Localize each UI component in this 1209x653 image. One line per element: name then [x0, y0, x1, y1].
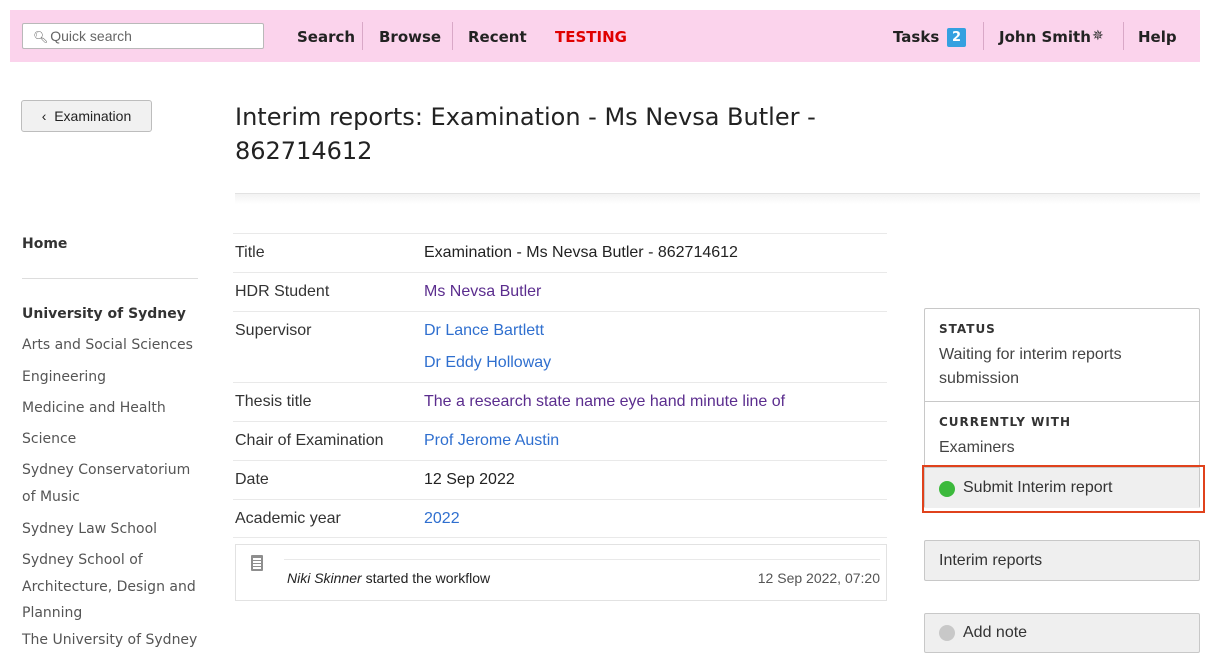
- nav-divider: [1123, 22, 1124, 50]
- help-link[interactable]: Help: [1138, 28, 1177, 46]
- chevron-left-icon: ‹: [41, 108, 47, 124]
- sidebar-heading[interactable]: University of Sydney: [22, 304, 186, 324]
- currently-with-heading: CURRENTLY WITH: [939, 415, 1072, 429]
- sidebar-item-science[interactable]: Science: [22, 429, 76, 449]
- nav-search[interactable]: Search: [297, 28, 355, 46]
- tasks-count-badge[interactable]: 2: [947, 28, 966, 47]
- thesis-label: Thesis title: [235, 393, 312, 410]
- sidebar-item-architecture-cont2[interactable]: Planning: [22, 603, 82, 623]
- sidebar-home[interactable]: Home: [22, 234, 67, 254]
- activity-timestamp: 12 Sep 2022, 07:20: [757, 570, 880, 586]
- sidebar-item-architecture[interactable]: Sydney School of: [22, 550, 143, 570]
- currently-with-text: Examiners: [939, 439, 1015, 456]
- title-label: Title: [235, 244, 265, 261]
- quick-search-input[interactable]: 🔍︎ Quick search: [22, 23, 264, 49]
- sidebar-item-arts[interactable]: Arts and Social Sciences: [22, 335, 193, 355]
- sidebar-item-architecture-cont[interactable]: Architecture, Design and: [22, 577, 196, 597]
- interim-reports-label: Interim reports: [939, 552, 1043, 569]
- page-title-line2: 862714612: [235, 137, 373, 165]
- sidebar-item-engineering[interactable]: Engineering: [22, 367, 106, 387]
- date-value: 12 Sep 2022: [424, 471, 515, 488]
- nav-browse[interactable]: Browse: [379, 28, 441, 46]
- add-note-button[interactable]: Add note: [924, 613, 1200, 653]
- tasks-link[interactable]: Tasks: [893, 28, 939, 46]
- thesis-link[interactable]: The a research state name eye hand minut…: [424, 393, 785, 411]
- year-label: Academic year: [235, 510, 341, 527]
- nav-divider: [983, 22, 984, 50]
- grey-dot-icon: [939, 625, 955, 641]
- date-label: Date: [235, 471, 269, 488]
- title-value: Examination - Ms Nevsa Butler - 86271461…: [424, 244, 738, 261]
- activity-text: Niki Skinner started the workflow: [287, 570, 490, 586]
- sidebar-item-law[interactable]: Sydney Law School: [22, 519, 157, 539]
- back-button[interactable]: ‹ Examination: [21, 100, 152, 132]
- table-row-divider: [233, 382, 887, 383]
- chair-label: Chair of Examination: [235, 432, 384, 449]
- interim-reports-button[interactable]: Interim reports: [924, 540, 1200, 581]
- sidebar-item-university[interactable]: The University of Sydney: [22, 630, 197, 650]
- table-row-divider: [233, 233, 887, 234]
- activity-action: started the workflow: [361, 570, 491, 586]
- table-row-divider: [233, 499, 887, 500]
- table-row-divider: [233, 311, 887, 312]
- nav-recent[interactable]: Recent: [468, 28, 527, 46]
- activity-divider: [284, 559, 880, 560]
- supervisor-label: Supervisor: [235, 322, 312, 339]
- table-row-divider: [233, 272, 887, 273]
- table-row-divider: [233, 460, 887, 461]
- sidebar-item-medicine[interactable]: Medicine and Health: [22, 398, 166, 418]
- search-icon: 🔍︎: [33, 30, 49, 44]
- activity-actor: Niki Skinner: [287, 570, 362, 586]
- status-text: Waiting for interim reports submission: [939, 346, 1122, 387]
- nav-divider: [452, 22, 453, 50]
- search-placeholder: Quick search: [50, 28, 132, 44]
- user-menu[interactable]: John Smith: [999, 28, 1091, 46]
- page-title: Interim reports: Examination - Ms Nevsa …: [235, 100, 855, 168]
- student-label: HDR Student: [235, 283, 330, 300]
- add-note-label: Add note: [963, 624, 1028, 641]
- status-divider: [925, 401, 1199, 402]
- sidebar-divider: [22, 278, 198, 279]
- document-icon: [251, 555, 263, 571]
- supervisor-link[interactable]: Dr Eddy Holloway: [424, 354, 551, 372]
- activity-entry: Niki Skinner started the workflow 12 Sep…: [235, 544, 887, 601]
- title-shadow: [235, 194, 1200, 204]
- chair-link[interactable]: Prof Jerome Austin: [424, 432, 559, 450]
- back-button-label: Examination: [54, 108, 132, 124]
- year-link[interactable]: 2022: [424, 510, 460, 528]
- supervisor-link[interactable]: Dr Lance Bartlett: [424, 322, 544, 340]
- status-heading: STATUS: [939, 322, 996, 336]
- student-link[interactable]: Ms Nevsa Butler: [424, 283, 541, 301]
- sidebar-item-conservatorium-cont[interactable]: of Music: [22, 487, 80, 507]
- gear-icon[interactable]: ✵: [1092, 28, 1104, 44]
- nav-divider: [362, 22, 363, 50]
- highlight-box: [922, 465, 1205, 513]
- table-row-divider: [233, 421, 887, 422]
- table-row-divider: [233, 537, 887, 538]
- sidebar-item-conservatorium[interactable]: Sydney Conservatorium: [22, 460, 190, 480]
- page-title-line1: Interim reports: Examination - Ms Nevsa …: [235, 103, 816, 131]
- nav-testing[interactable]: TESTING: [555, 28, 627, 46]
